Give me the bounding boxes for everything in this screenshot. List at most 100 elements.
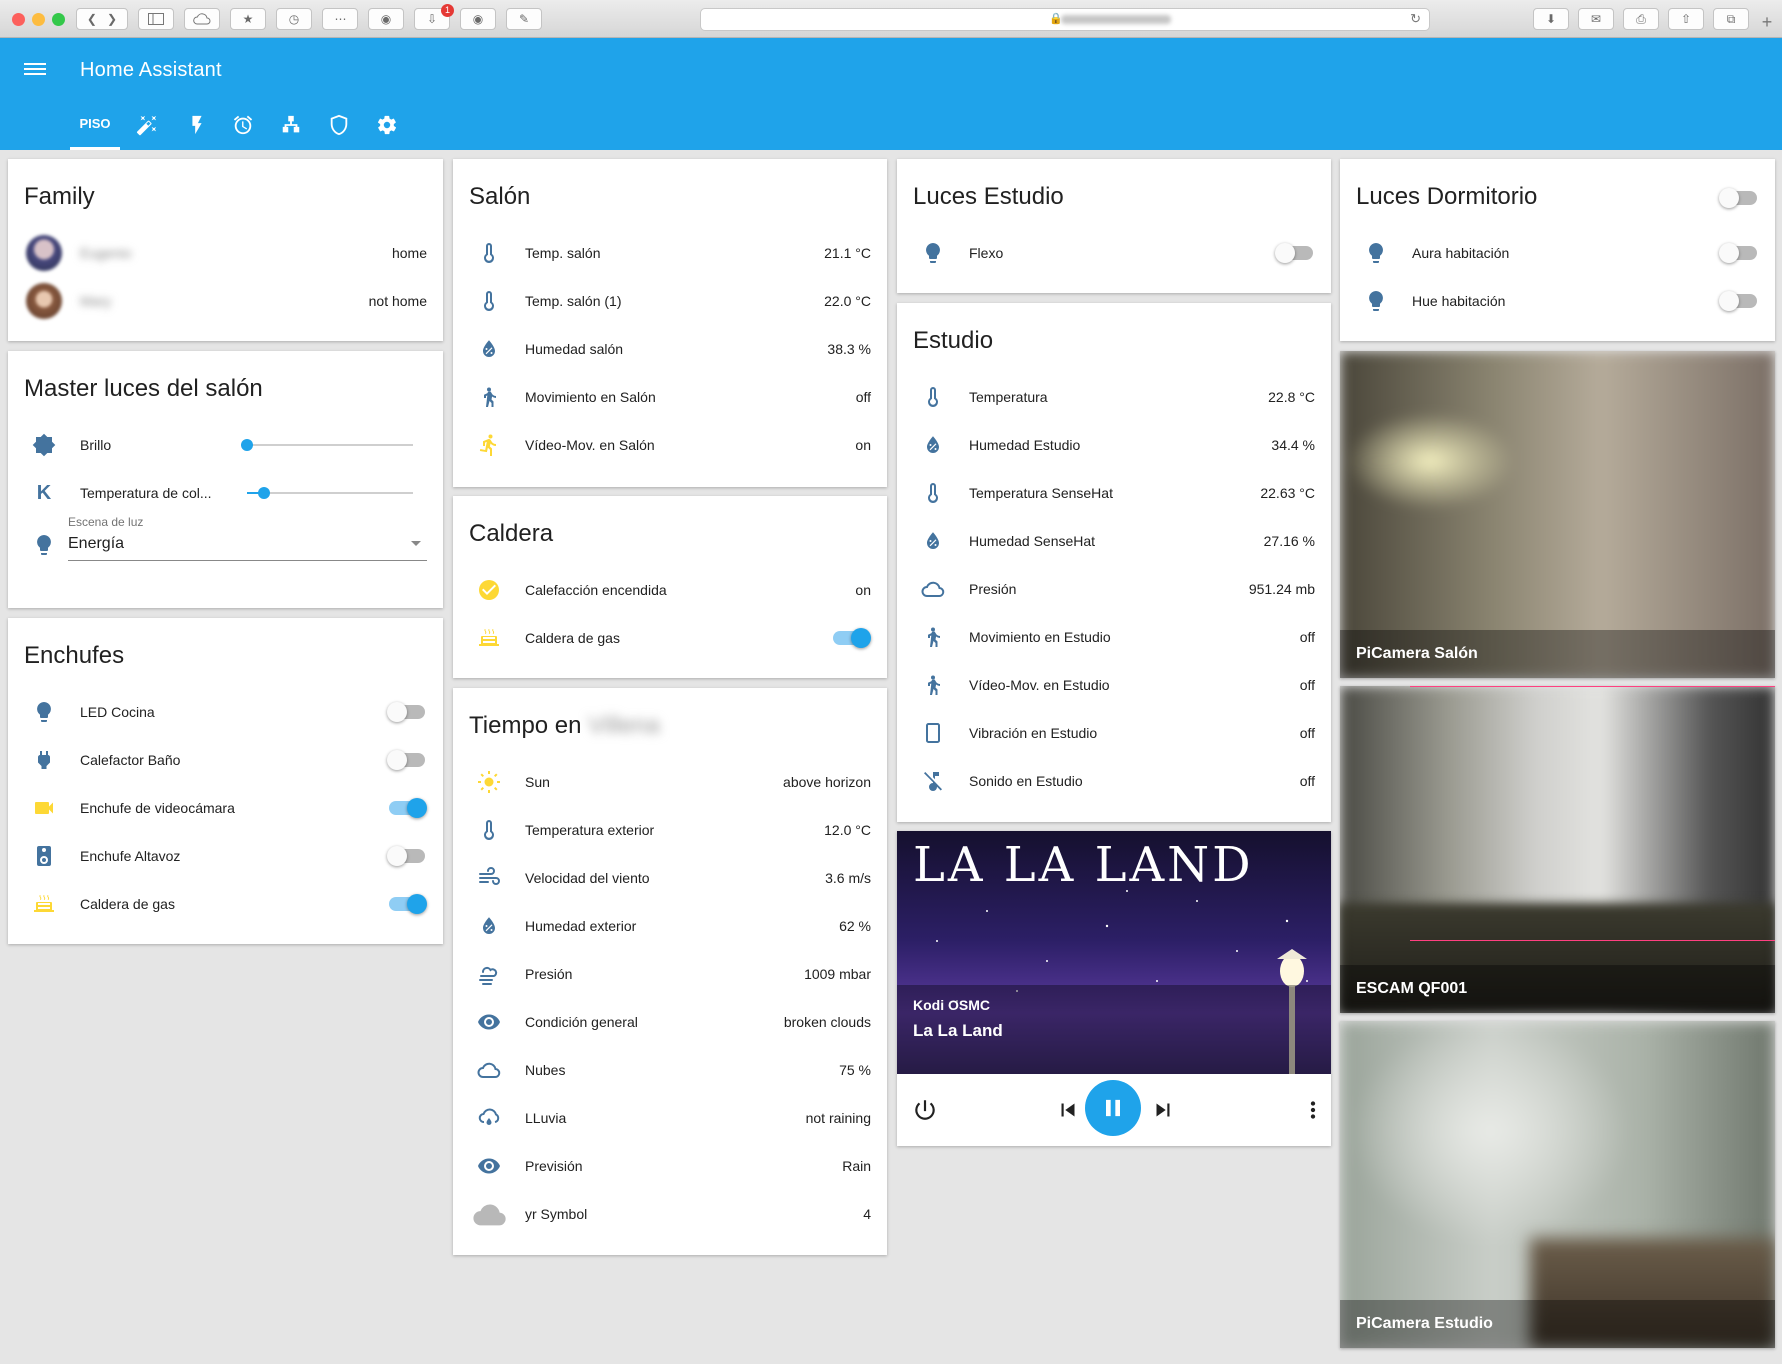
history-button[interactable]: ◷ (276, 8, 312, 30)
toggle-switch[interactable] (1719, 243, 1757, 263)
mail-button[interactable]: ✉ (1578, 8, 1614, 30)
brillo-slider[interactable] (241, 439, 413, 451)
mail-icon: ✉ (1590, 12, 1602, 26)
sensor-row[interactable]: Sonido en Estudio off (913, 757, 1315, 805)
tab-network[interactable] (277, 100, 305, 150)
toggle-switch[interactable] (1275, 243, 1313, 263)
weather-row[interactable]: Sun above horizon (469, 758, 871, 806)
weather-row[interactable]: LLuvia not raining (469, 1094, 871, 1142)
tab-energy[interactable] (183, 100, 211, 150)
sensor-value: 12.0 °C (824, 822, 871, 838)
weather-row[interactable]: Nubes 75 % (469, 1046, 871, 1094)
sidebar-toggle-button[interactable] (138, 8, 174, 30)
address-bar[interactable]: 🔒 ↻ (700, 8, 1430, 31)
weather-row[interactable]: yr Symbol 4 (469, 1190, 871, 1238)
extension-button-2[interactable]: ◉ (460, 8, 496, 30)
weather-row[interactable]: Previsión Rain (469, 1142, 871, 1190)
download-extension-button[interactable]: ⇩ 1 (414, 4, 454, 30)
pause-button[interactable] (1085, 1080, 1141, 1136)
sensor-label: Vídeo-Mov. en Salón (525, 437, 655, 453)
card-title: Luces Dormitorio (1356, 183, 1538, 210)
bookmarks-button[interactable]: ★ (230, 8, 266, 30)
new-tab-button[interactable]: + (1757, 12, 1777, 32)
sensor-row[interactable]: Vídeo-Mov. en Estudio off (913, 661, 1315, 709)
sensor-row[interactable]: Humedad SenseHat 27.16 % (913, 517, 1315, 565)
minimize-window-button[interactable] (32, 13, 45, 26)
weather-row[interactable]: Presión 1009 mbar (469, 950, 871, 998)
zoom-window-button[interactable] (52, 13, 65, 26)
print-button[interactable]: ⎙ (1623, 8, 1659, 30)
speaker-icon (24, 836, 64, 876)
sensor-label: Humedad Estudio (969, 437, 1081, 453)
tab-security[interactable] (325, 100, 353, 150)
pen-icon: ✎ (518, 12, 530, 26)
switch-row-flexo: Flexo (913, 229, 1315, 277)
family-member-row[interactable]: Eugenio home (24, 229, 427, 277)
power-plug-icon (24, 740, 64, 780)
sensor-row[interactable]: Temp. salón 21.1 °C (469, 229, 871, 277)
radiator-icon (469, 618, 509, 658)
sensor-row[interactable]: Humedad salón 38.3 % (469, 325, 871, 373)
more-options-button[interactable] (1300, 1097, 1326, 1123)
sensor-row[interactable]: Presión 951.24 mb (913, 565, 1315, 613)
toggle-switch[interactable] (387, 702, 425, 722)
menu-icon[interactable] (24, 60, 46, 80)
toggle-switch[interactable] (389, 798, 427, 818)
back-forward-buttons[interactable]: ❮ ❯ (76, 8, 128, 30)
toggle-switch[interactable] (387, 750, 425, 770)
tab-automation[interactable] (133, 100, 161, 150)
tab-settings[interactable] (373, 100, 401, 150)
sensor-row[interactable]: Temperatura 22.8 °C (913, 373, 1315, 421)
icloud-tabs-button[interactable] (184, 8, 220, 30)
power-button[interactable] (912, 1097, 938, 1123)
previous-track-button[interactable] (1055, 1097, 1081, 1123)
tab-piso[interactable]: PISO (70, 100, 120, 150)
back-icon[interactable]: ❮ (87, 12, 97, 26)
master-toggle-switch[interactable] (1719, 188, 1757, 208)
sensor-value: 951.24 mb (1248, 581, 1315, 597)
music-off-icon (913, 761, 953, 801)
reload-icon[interactable]: ↻ (1410, 11, 1421, 27)
sensor-row[interactable]: Vibración en Estudio off (913, 709, 1315, 757)
url-text (1061, 15, 1171, 24)
sensor-label: Temperatura exterior (525, 822, 655, 838)
share-button[interactable]: ⇧ (1668, 8, 1704, 30)
tab-alarms[interactable] (229, 100, 257, 150)
star-icon: ★ (242, 12, 254, 26)
downloads-button[interactable]: ⬇ (1533, 8, 1569, 30)
forward-icon[interactable]: ❯ (107, 12, 117, 26)
sensor-row[interactable]: Movimiento en Estudio off (913, 613, 1315, 661)
extension-button-1[interactable]: ◉ (368, 8, 404, 30)
sensor-row[interactable]: Temp. salón (1) 22.0 °C (469, 277, 871, 325)
camera-picamera-estudio[interactable]: PiCamera Estudio (1340, 1021, 1775, 1348)
toggle-switch[interactable] (1719, 291, 1757, 311)
weather-row[interactable]: Temperatura exterior 12.0 °C (469, 806, 871, 854)
wind-icon (469, 858, 509, 898)
sensor-row[interactable]: Humedad Estudio 34.4 % (913, 421, 1315, 469)
sensor-row[interactable]: Calefacción encendida on (469, 566, 871, 614)
sensor-label: Condición general (525, 1014, 638, 1030)
switch-row-aura: Aura habitación (1356, 229, 1759, 277)
annotate-button[interactable]: ✎ (506, 8, 542, 30)
sensor-row[interactable]: Temperatura SenseHat 22.63 °C (913, 469, 1315, 517)
toggle-switch[interactable] (833, 628, 871, 648)
weather-row[interactable]: Humedad exterior 62 % (469, 902, 871, 950)
top-sites-button[interactable]: ⋯ (322, 8, 358, 30)
sensor-label: Vídeo-Mov. en Estudio (969, 677, 1110, 693)
camera-escam-qf001[interactable]: ESCAM QF001 (1340, 686, 1775, 1013)
thermometer-icon (469, 810, 509, 850)
toggle-switch[interactable] (387, 846, 425, 866)
switch-row-caldera-gas: Caldera de gas (469, 614, 871, 662)
toggle-switch[interactable] (389, 894, 427, 914)
sensor-row[interactable]: Movimiento en Salón off (469, 373, 871, 421)
family-member-row[interactable]: Mary not home (24, 277, 427, 325)
sensor-row[interactable]: Vídeo-Mov. en Salón on (469, 421, 871, 469)
camera-picamera-salon[interactable]: PiCamera Salón (1340, 351, 1775, 678)
sensor-value: 27.16 % (1263, 533, 1315, 549)
close-window-button[interactable] (12, 13, 25, 26)
weather-row[interactable]: Condición general broken clouds (469, 998, 871, 1046)
next-track-button[interactable] (1150, 1097, 1176, 1123)
color-temp-slider[interactable] (247, 487, 413, 499)
weather-row[interactable]: Velocidad del viento 3.6 m/s (469, 854, 871, 902)
tab-overview-button[interactable]: ⧉ (1713, 8, 1749, 30)
